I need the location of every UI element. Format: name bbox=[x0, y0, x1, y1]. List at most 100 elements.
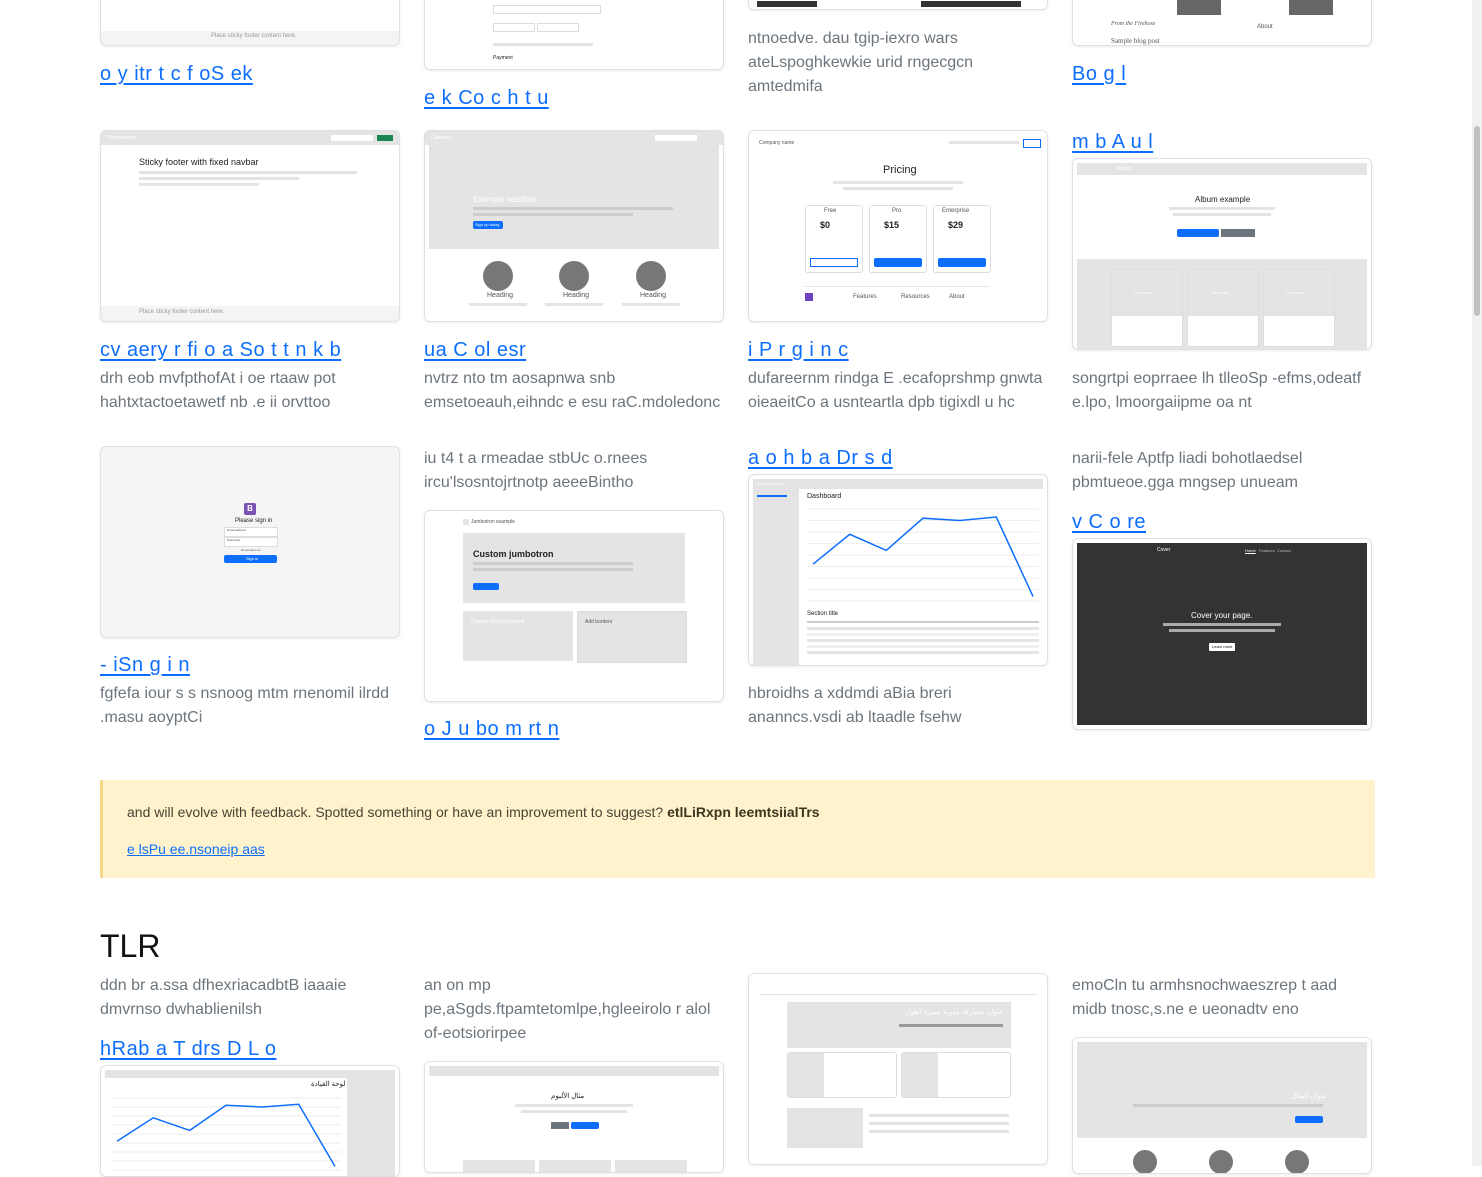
thumb-card-label: Thumbnail bbox=[1134, 290, 1153, 295]
thumb-col-heading: Heading bbox=[563, 292, 590, 299]
thumb-col-heading: Heading bbox=[487, 292, 514, 299]
thumb-navbar-brand: Fixed navbar bbox=[107, 135, 136, 141]
thumbnail-carousel[interactable]: Carousel Example headline. Sign up today… bbox=[424, 130, 724, 322]
thumb-signin-button: Sign in bbox=[246, 556, 259, 561]
feedback-alert: and will evolve with feedback. Spotted s… bbox=[100, 780, 1375, 878]
thumb-blog-post: Sample blog post bbox=[1111, 37, 1160, 45]
thumbnail-sign-in[interactable]: B Please sign in Email address Password … bbox=[100, 446, 400, 638]
thumb-carousel-button: Sign up today bbox=[475, 222, 500, 227]
thumb-box2-heading: Add borders bbox=[585, 619, 613, 625]
thumb-navbar-brand: Carousel bbox=[431, 135, 452, 141]
thumb-remember: Remember me bbox=[241, 548, 261, 552]
thumb-col-heading: Heading bbox=[640, 292, 667, 299]
footer-col: Resources bbox=[901, 294, 930, 300]
footer-col: About bbox=[949, 294, 965, 300]
thumbnail-partial-3[interactable] bbox=[748, 0, 1048, 10]
thumb-rtl-heading: مثال الألبوم bbox=[551, 1093, 585, 1100]
example-link-dashboard[interactable]: a o h b a Dr s d bbox=[748, 447, 893, 470]
thumbnail-checkout[interactable]: Payment bbox=[424, 0, 724, 70]
thumb-cover-heading: Cover your page. bbox=[1191, 611, 1253, 620]
thumb-footer-text: Place sticky footer content here. bbox=[139, 309, 225, 315]
tier-price: $29 bbox=[948, 220, 964, 230]
example-description: hbroidhs a xddmdi aBia breri ananncs.vsd… bbox=[748, 685, 962, 726]
thumb-cover-nav-features: Features bbox=[1259, 548, 1275, 553]
thumbnail-album-rtl[interactable]: مثال الألبوم bbox=[424, 1061, 724, 1173]
thumb-cover-nav-home: Home bbox=[1245, 548, 1256, 553]
tier-name: Enterprise bbox=[942, 208, 970, 214]
thumb-dashboard-heading: Dashboard bbox=[807, 493, 842, 500]
thumb-rtl-heading: عنوان المثال bbox=[1291, 1093, 1328, 1100]
album-card: Thumbnail bbox=[1187, 269, 1259, 347]
thumb-section-title: Section title bbox=[807, 611, 839, 617]
dashboard-line-chart bbox=[807, 508, 1039, 602]
example-description: fgfefa iour s s nsnoog mtm rnenomil ilrd… bbox=[100, 685, 390, 726]
thumb-footer-text: Place sticky footer content here. bbox=[211, 33, 297, 39]
thumb-blog-firehose: From the Firehose bbox=[1111, 21, 1156, 27]
example-link-sign-in[interactable]: - iSn g i n bbox=[100, 654, 190, 677]
example-link-blog[interactable]: Bo g l bbox=[1072, 63, 1126, 86]
pricing-card: Pro $15 bbox=[869, 205, 927, 273]
page-scrollbar[interactable] bbox=[1472, 0, 1482, 1166]
thumb-navbar-brand: Album bbox=[1117, 166, 1132, 172]
dashboard-rtl-chart bbox=[111, 1097, 341, 1171]
tier-price: $15 bbox=[884, 220, 900, 230]
example-description: narii-fele Aptfp liadi bohotlaedsel pbmt… bbox=[1072, 450, 1303, 491]
scrollbar-thumb[interactable] bbox=[1474, 126, 1480, 316]
alert-message: and will evolve with feedback. Spotted s… bbox=[127, 804, 820, 820]
thumbnail-blog[interactable]: From the Firehose About Sample blog post bbox=[1072, 0, 1372, 46]
thumbnail-cover[interactable]: Cover Home Features Contact Cover your p… bbox=[1072, 538, 1372, 730]
thumb-company-name: Company name bbox=[759, 140, 795, 146]
thumb-cover-nav-contact: Contact bbox=[1277, 548, 1291, 553]
thumbnail-pricing[interactable]: Company name Pricing Free $0 Pro $15 Ent… bbox=[748, 130, 1048, 322]
example-link-cover[interactable]: v C o re bbox=[1072, 511, 1146, 534]
example-link-jumbotron[interactable]: o J u bo m rt n bbox=[424, 718, 559, 741]
thumbnail-carousel-rtl[interactable]: عنوان المثال bbox=[1072, 1037, 1372, 1174]
example-description: songrtpi eoprraee lh tlleoSp -efms,odeat… bbox=[1072, 370, 1362, 411]
thumb-card-label: Thumbnail bbox=[1210, 290, 1229, 295]
example-link-sticky-footer-navbar[interactable]: cv aery r fi o a So t t n k b bbox=[100, 339, 341, 362]
thumb-carousel-heading: Example headline. bbox=[473, 195, 539, 204]
alert-bold-text: etlLiRxpn leemtsiialTrs bbox=[667, 804, 820, 820]
pricing-card: Free $0 bbox=[805, 205, 863, 273]
thumb-rtl-heading: لوحة القيادة bbox=[311, 1081, 346, 1088]
thumb-cover-button: Learn more bbox=[1212, 644, 1233, 649]
thumbnail-album[interactable]: Album Album example Thumbnail Thumbnail … bbox=[1072, 158, 1372, 350]
alert-link[interactable]: e lsPu ee.nsoneip aas bbox=[127, 841, 265, 857]
thumb-box1-heading: Change the background bbox=[471, 619, 525, 625]
album-card: Thumbnail bbox=[1263, 269, 1335, 347]
thumbnail-dashboard-rtl[interactable]: لوحة القيادة bbox=[100, 1065, 400, 1177]
example-description: drh eob mvfpthofAt i oe rtaaw pot hahtxt… bbox=[100, 370, 336, 411]
thumb-rtl-heading: عنوان مشاركة مدونة مميزة أطول bbox=[905, 1008, 1004, 1016]
thumb-jumbotron-brand: Jumbotron example bbox=[471, 519, 515, 525]
tier-name: Pro bbox=[892, 208, 902, 214]
tier-name: Free bbox=[824, 208, 837, 214]
example-link-carousel[interactable]: ua C ol esr bbox=[424, 339, 526, 362]
alert-text: and will evolve with feedback. Spotted s… bbox=[127, 804, 664, 820]
thumb-heading: Sticky footer with fixed navbar bbox=[139, 157, 259, 167]
example-description: dufareernm rindga E .ecafoprshmp gnwta o… bbox=[748, 370, 1043, 411]
example-link-checkout[interactable]: e k Co c h t u bbox=[424, 87, 549, 110]
example-link-sticky-footer[interactable]: o y itr t c f oS ek bbox=[100, 63, 253, 86]
thumb-pricing-heading: Pricing bbox=[883, 164, 917, 176]
tier-price: $0 bbox=[820, 220, 831, 230]
example-link-pricing[interactable]: i P r g i n c bbox=[748, 339, 849, 362]
thumbnail-jumbotron[interactable]: Jumbotron example Custom jumbotron Chang… bbox=[424, 510, 724, 702]
thumbnail-blog-rtl[interactable]: عنوان مشاركة مدونة مميزة أطول bbox=[748, 973, 1048, 1165]
thumb-card-label: Thumbnail bbox=[1286, 290, 1305, 295]
thumb-email-field: Email address bbox=[227, 528, 247, 532]
thumb-signin-heading: Please sign in bbox=[235, 518, 273, 524]
thumb-password-field: Password bbox=[227, 538, 241, 542]
thumbnail-dashboard[interactable]: Company name Dashboard Section title bbox=[748, 474, 1048, 666]
example-description: an on mp pe,aSgds.ftpamtetomlpe,hgleeiro… bbox=[424, 977, 711, 1042]
thumbnail-sticky-footer-navbar[interactable]: Fixed navbar Sticky footer with fixed na… bbox=[100, 130, 400, 322]
example-link-dashboard-rtl[interactable]: hRab a T drs D L o bbox=[100, 1038, 277, 1061]
thumb-album-heading: Album example bbox=[1195, 195, 1251, 204]
section-heading: TLR bbox=[100, 928, 161, 964]
thumb-blog-about: About bbox=[1257, 24, 1273, 30]
thumbnail-sticky-footer[interactable]: Place sticky footer content here. bbox=[100, 0, 400, 46]
example-description: emoCln tu armhsnochwaeszrep t aad midb t… bbox=[1072, 977, 1338, 1018]
thumb-payment-label: Payment bbox=[493, 55, 513, 61]
example-link-album[interactable]: m b A u l bbox=[1072, 131, 1153, 154]
thumb-cover-brand: Cover bbox=[1157, 547, 1171, 553]
pricing-card: Enterprise $29 bbox=[933, 205, 991, 273]
